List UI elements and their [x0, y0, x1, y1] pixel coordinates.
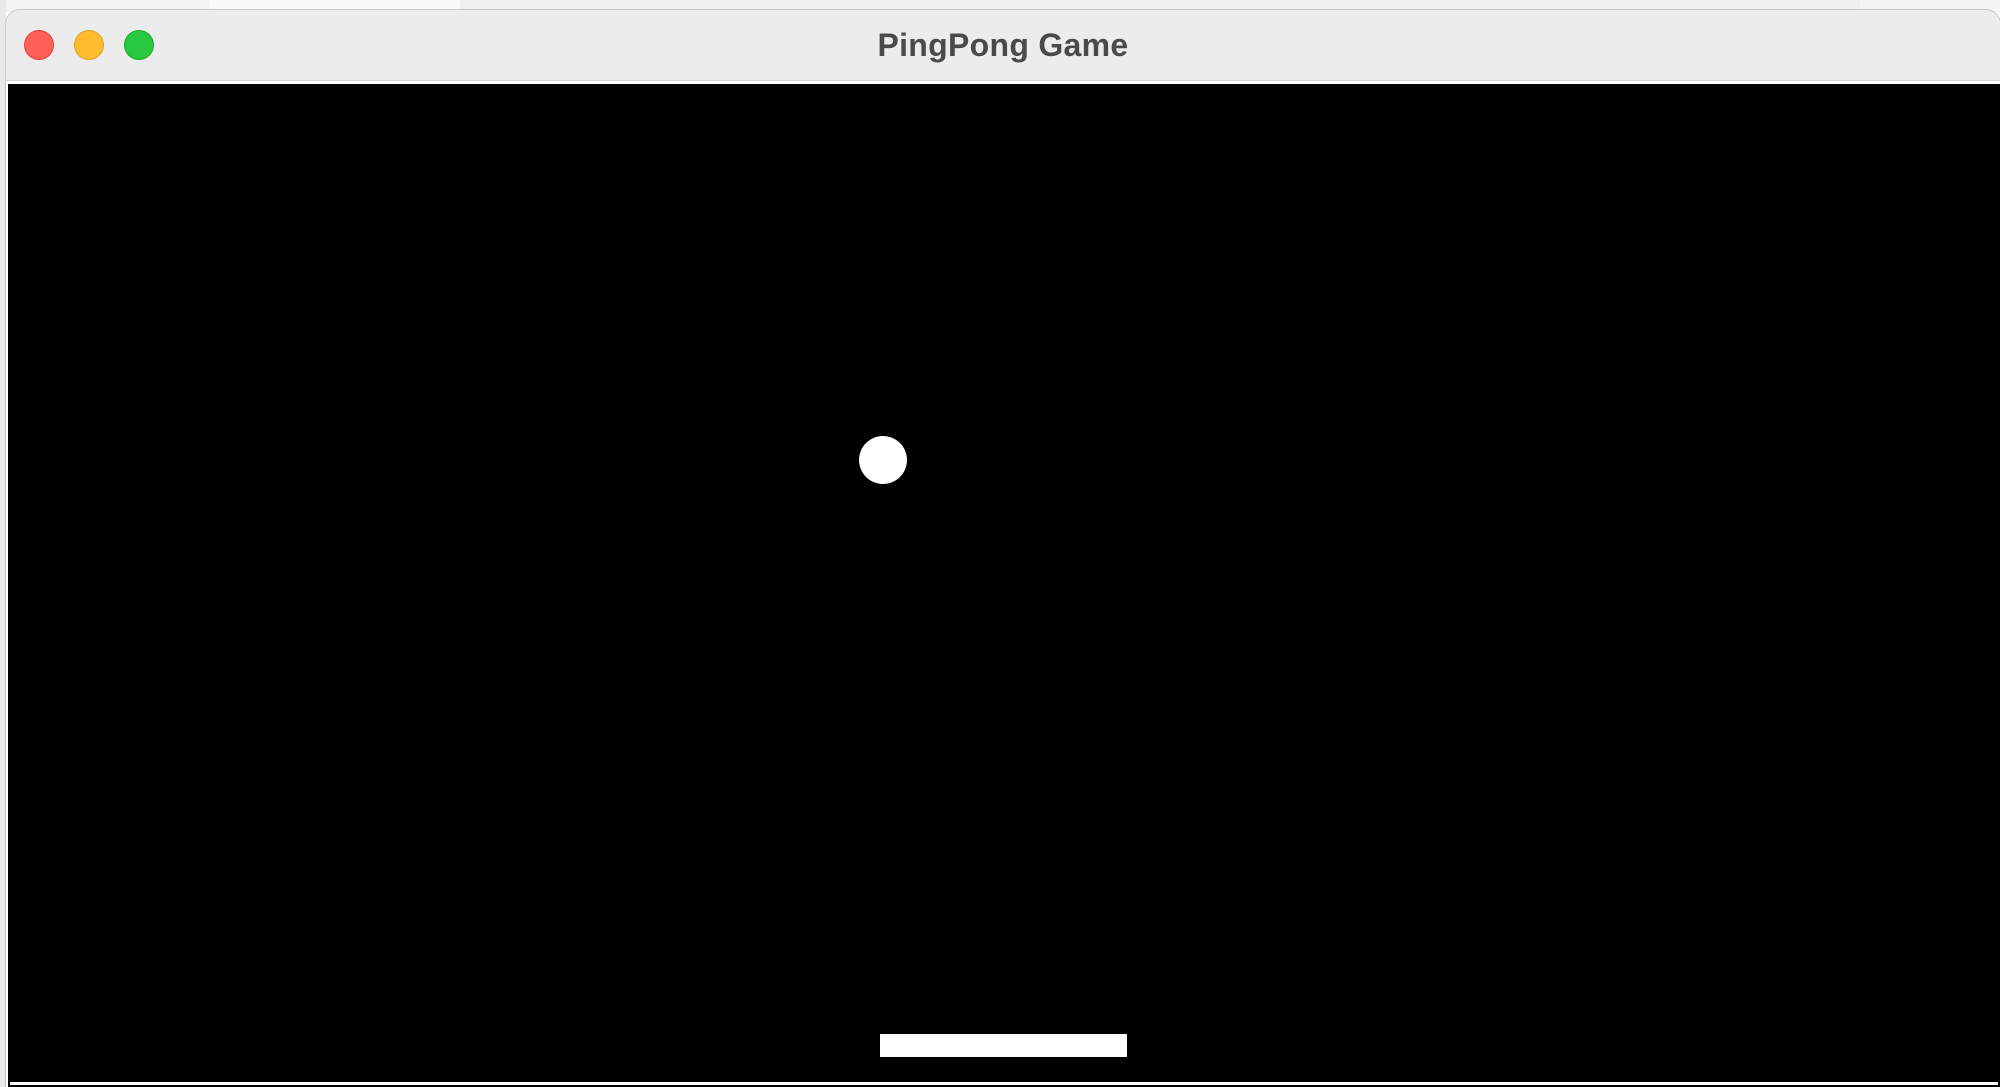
game-window: PingPong Game — [6, 10, 2000, 1087]
paddle[interactable] — [880, 1034, 1127, 1057]
ball — [859, 436, 907, 484]
game-canvas[interactable] — [10, 86, 1998, 1085]
window-content — [6, 81, 2000, 1087]
window-title: PingPong Game — [877, 27, 1129, 63]
title-bar[interactable]: PingPong Game — [6, 10, 2000, 81]
